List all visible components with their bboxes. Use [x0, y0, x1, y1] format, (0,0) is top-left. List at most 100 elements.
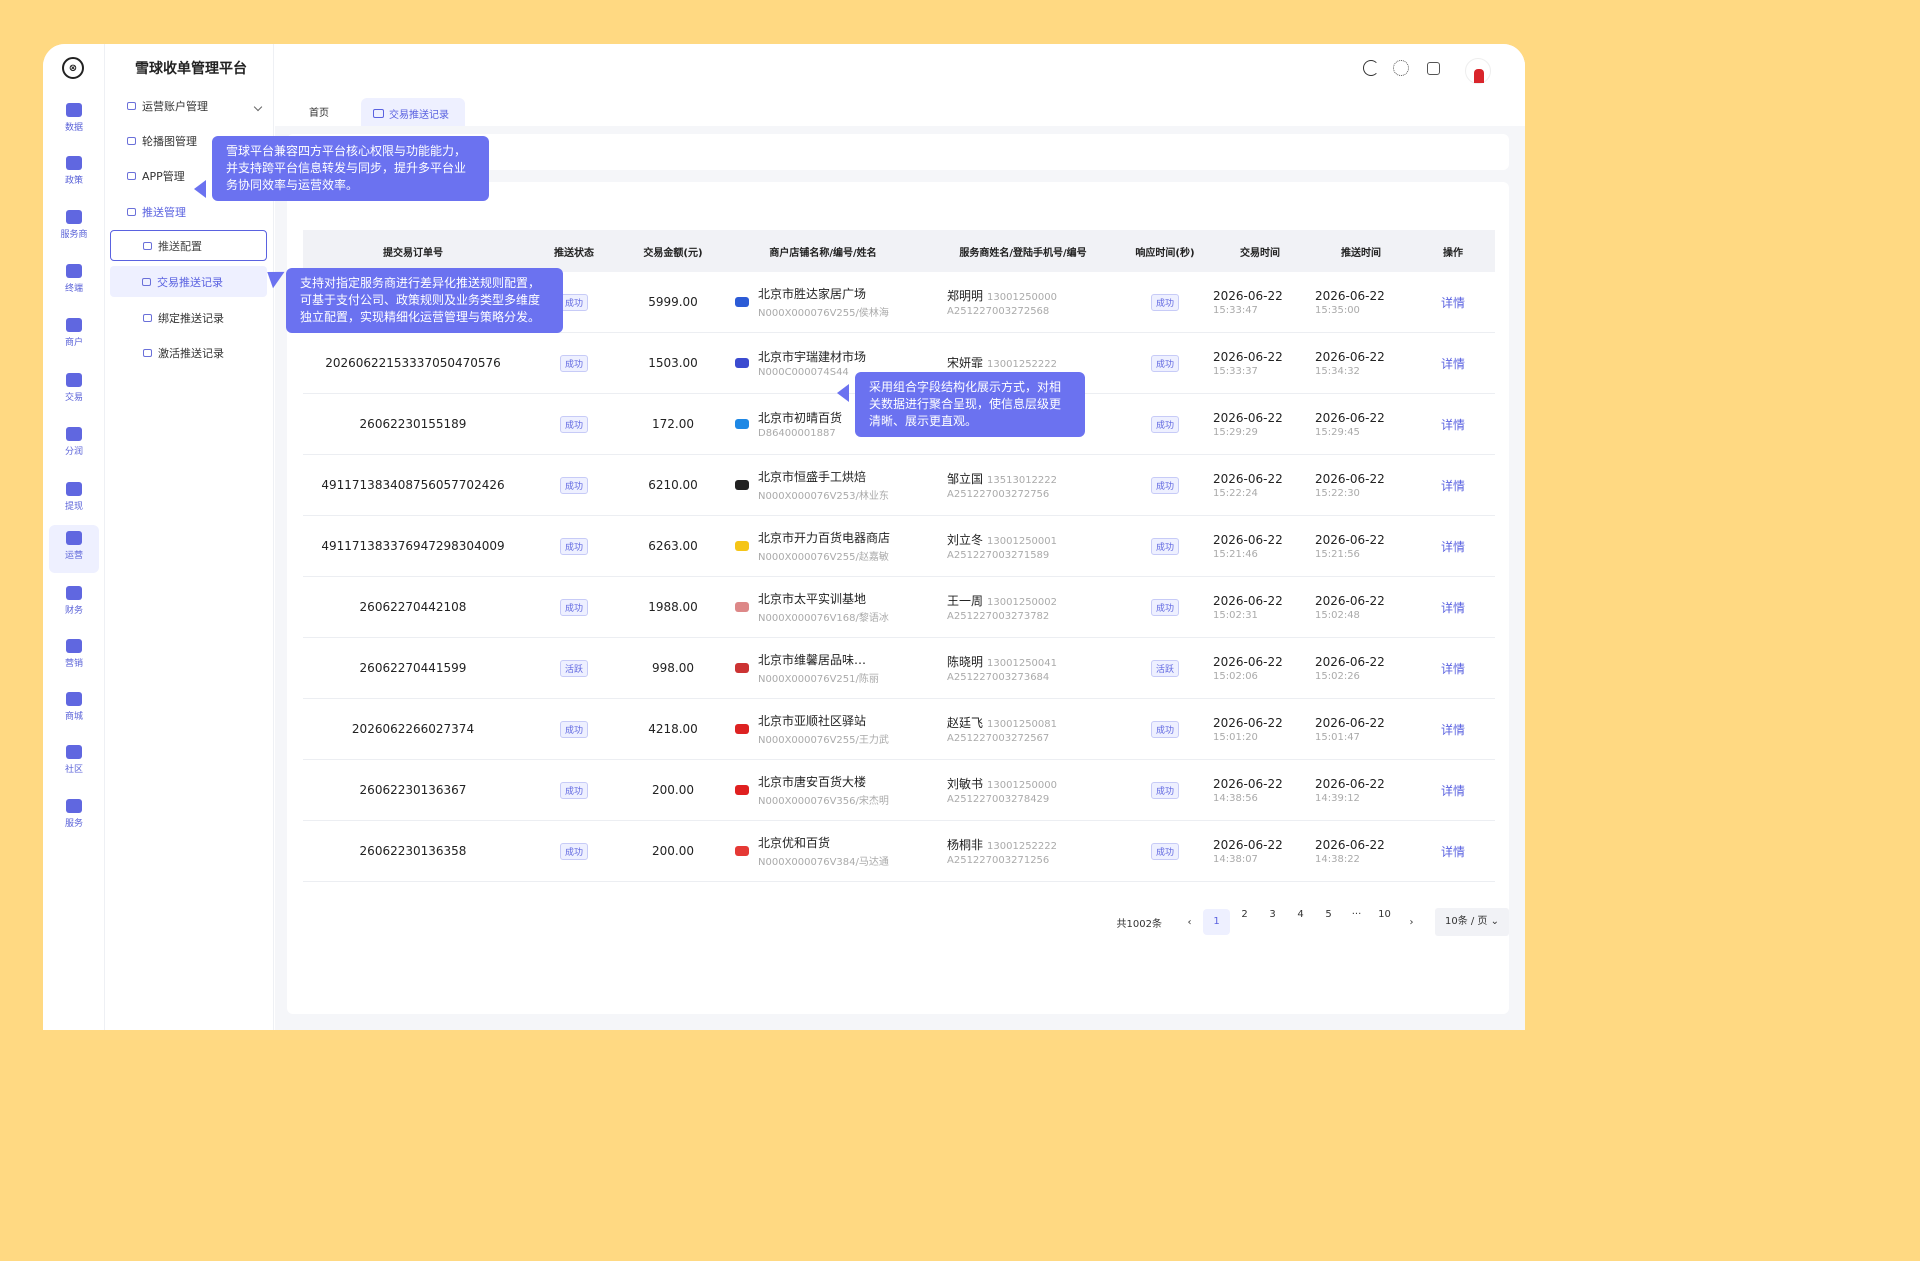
page-button[interactable]: 3	[1259, 909, 1286, 935]
merchant-logo-icon	[735, 297, 749, 308]
status-badge: 成功	[559, 720, 588, 738]
push-time-cell: 2026-06-22 15:21:56	[1311, 515, 1411, 578]
menu-ops-accounts[interactable]: 运营账户管理	[127, 98, 208, 114]
merchant-logo-icon	[735, 785, 749, 796]
rail-label: 财务	[64, 606, 83, 616]
amount-cell: 998.00	[625, 637, 721, 700]
detail-link[interactable]: 详情	[1441, 845, 1465, 859]
page-button[interactable]: 2	[1231, 909, 1258, 935]
response-badge: 活跃	[1150, 659, 1179, 677]
prev-page-button[interactable]: ‹	[1176, 917, 1203, 928]
merchant-cell: 北京市恒盛手工烘焙 N000X000076V253/林业东	[721, 454, 925, 517]
detail-link[interactable]: 详情	[1441, 479, 1465, 493]
detail-link[interactable]: 详情	[1441, 784, 1465, 798]
table-row: 491171383376947298304009 成功 6263.00 北京市开力百货…	[303, 515, 1495, 578]
provider-phone: 13001250000	[987, 780, 1058, 792]
detail-link[interactable]: 详情	[1441, 601, 1465, 615]
detail-link[interactable]: 详情	[1441, 723, 1465, 737]
merchant-code: N000X000076V356/宋杰明	[758, 796, 889, 808]
rail-item-9[interactable]: 财务	[49, 580, 99, 628]
trade-date: 2026-06-22	[1213, 471, 1283, 486]
order-cell: 26062230155189	[303, 393, 523, 456]
menu-carousel[interactable]: 轮播图管理	[127, 133, 197, 149]
push-date: 2026-06-22	[1315, 715, 1385, 730]
page-button[interactable]: ···	[1343, 909, 1370, 935]
page-button[interactable]: 4	[1287, 909, 1314, 935]
tab-home[interactable]: 首页	[309, 104, 329, 119]
merchant-text: 北京市恒盛手工烘焙 N000X000076V253/林业东	[758, 468, 889, 502]
detail-link[interactable]: 详情	[1441, 296, 1465, 310]
next-page-button[interactable]: ›	[1398, 917, 1425, 928]
moon-icon[interactable]	[1363, 60, 1379, 76]
menu-push-records[interactable]: 交易推送记录	[110, 266, 267, 297]
merchant-name: 北京市胜达家居广场	[758, 287, 867, 302]
rail-item-5[interactable]: 交易	[49, 367, 99, 415]
order-cell: 49117138340875605770242​6	[303, 454, 523, 517]
menu-activate-records[interactable]: 激活推送记录	[143, 345, 224, 361]
provider-name: 郑明明	[947, 289, 984, 304]
order-cell: 491171383376947298304009	[303, 515, 523, 578]
detail-link[interactable]: 详情	[1441, 357, 1465, 371]
chevron-down-icon[interactable]	[253, 102, 263, 112]
rail-label: 提现	[64, 502, 83, 512]
rail-item-1[interactable]: 政策	[49, 150, 99, 198]
trade-date: 2026-06-22	[1213, 593, 1283, 608]
merchant-cell: 北京市亚顺社区驿站 N000X000076V255/王力武	[721, 698, 925, 761]
rail-item-2[interactable]: 服务商	[49, 204, 99, 252]
provider-cell: 赵廷飞 13001250081 A251227003272567	[925, 698, 1121, 761]
merchant-info: 北京市胜达家居广场 N000X000076V255/侯林海	[721, 272, 925, 332]
menu-app[interactable]: APP管理	[127, 168, 185, 184]
column-header: 服务商姓名/登陆手机号/编号	[925, 230, 1121, 272]
rail-item-7[interactable]: 提现	[49, 476, 99, 524]
response-badge: 成功	[1150, 476, 1179, 494]
rail-item-13[interactable]: 服务	[49, 793, 99, 841]
rail-item-11[interactable]: 商城	[49, 686, 99, 734]
response-cell: 成功	[1121, 698, 1209, 761]
amount-cell: 6210.00	[625, 454, 721, 517]
rail-item-8[interactable]: 运营	[49, 525, 99, 573]
menu-push-config[interactable]: 推送配置	[110, 230, 267, 261]
rail-label: 终端	[64, 284, 83, 294]
merchant-code: N000X000076V251/陈丽	[758, 674, 879, 686]
page-button[interactable]: 10	[1371, 909, 1398, 935]
push-time-cell: 2026-06-22 15:01:47	[1311, 698, 1411, 761]
amount-cell: 200.00	[625, 759, 721, 822]
provider-code: A251227003271589	[947, 550, 1050, 562]
detail-link[interactable]: 详情	[1441, 540, 1465, 554]
tab-push-records[interactable]: 交易推送记录	[361, 98, 465, 126]
shirt-icon[interactable]	[1427, 62, 1440, 75]
push-date: 2026-06-22	[1315, 410, 1385, 425]
merchant-logo-icon	[735, 358, 749, 369]
menu-push[interactable]: 推送管理	[127, 204, 186, 220]
push-time: 15:22:30	[1315, 487, 1360, 499]
provider-name: 王一周	[947, 594, 984, 609]
rail-item-3[interactable]: 终端	[49, 258, 99, 306]
merchant-cell: 北京市开力百货电器商店 N000X000076V255/赵嘉敏	[721, 515, 925, 578]
avatar[interactable]	[1465, 58, 1491, 84]
rail-item-0[interactable]: 数据	[49, 97, 99, 145]
column-header: 推送时间	[1311, 230, 1411, 272]
rail-item-10[interactable]: 营销	[49, 633, 99, 681]
column-header: 交易金额(元)	[625, 230, 721, 272]
menu-bind-records[interactable]: 绑定推送记录	[143, 310, 224, 326]
provider-phone: 13001250002	[987, 597, 1058, 609]
amount-cell: 1503.00	[625, 332, 721, 395]
provider-name: 刘立冬	[947, 533, 984, 548]
detail-link[interactable]: 详情	[1441, 418, 1465, 432]
rail-label: 商户	[64, 338, 83, 348]
page-button[interactable]: 1	[1203, 909, 1230, 935]
detail-link[interactable]: 详情	[1441, 662, 1465, 676]
push-time-cell: 2026-06-22 14:39:12	[1311, 759, 1411, 822]
page-size-select[interactable]: 10条 / 页 ⌄	[1435, 908, 1509, 936]
trade-date: 2026-06-22	[1213, 532, 1283, 547]
merchant-logo-icon	[735, 419, 749, 430]
rail-item-6[interactable]: 分润	[49, 421, 99, 469]
push-time: 15:01:47	[1315, 731, 1360, 743]
rail-item-4[interactable]: 商户	[49, 312, 99, 360]
trade-time-cell: 2026-06-22 14:38:07	[1209, 820, 1311, 883]
provider-code: A251227003272756	[947, 489, 1050, 501]
gear-icon[interactable]	[1393, 60, 1409, 76]
rail-item-12[interactable]: 社区	[49, 739, 99, 787]
provider-name: 陈晓明	[947, 655, 984, 670]
page-button[interactable]: 5	[1315, 909, 1342, 935]
